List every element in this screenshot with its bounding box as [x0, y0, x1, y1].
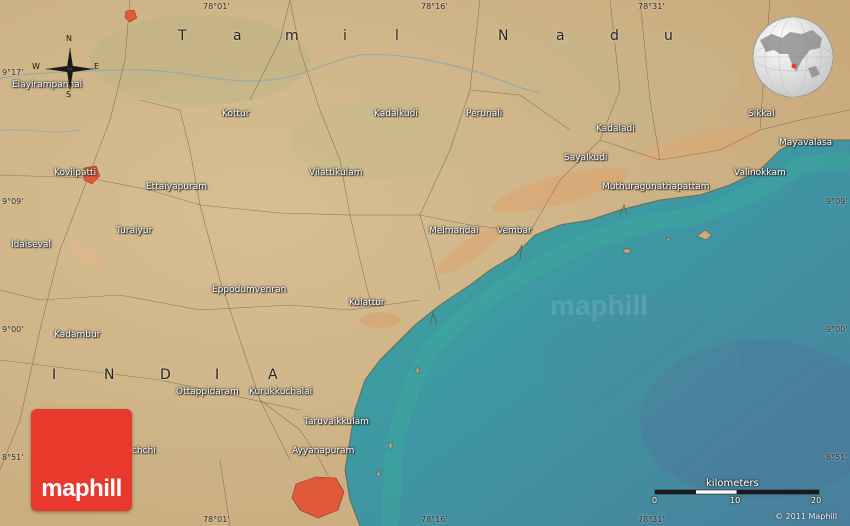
place-label[interactable]: Valinokkam — [734, 168, 786, 179]
globe-locator — [750, 14, 836, 100]
place-label[interactable]: Kadalkudi — [374, 109, 418, 120]
copyright-notice: © 2011 Maphill — [775, 512, 838, 521]
longitude-label: 78°16' — [421, 2, 448, 11]
region-letter: d — [610, 28, 619, 44]
maphill-logo[interactable]: maphill — [31, 409, 132, 511]
compass-rose: N S W E — [32, 34, 102, 100]
compass-n: N — [66, 34, 72, 43]
region-letter: u — [664, 28, 673, 44]
region-letter: I — [52, 367, 57, 383]
longitude-label: 78°01' — [203, 515, 230, 524]
compass-w: W — [32, 62, 40, 71]
scale-tick: 10 — [730, 496, 741, 505]
region-letter: i — [343, 28, 347, 44]
latitude-label: 8°51' — [826, 453, 848, 462]
compass-s: S — [66, 90, 72, 99]
place-label[interactable]: Vilattikulam — [309, 168, 362, 179]
region-letter: a — [556, 28, 565, 44]
place-label[interactable]: Sikkal — [748, 109, 775, 120]
satellite-map[interactable]: T a m i l N a d u I N D I A Elayirampann… — [0, 0, 850, 526]
place-label[interactable]: Kovilpatti — [54, 168, 96, 179]
region-letter: D — [160, 367, 171, 383]
region-letter: A — [268, 367, 278, 383]
place-label[interactable]: Vembar — [497, 226, 532, 237]
place-label[interactable]: Idaiseval — [11, 240, 51, 251]
place-label[interactable]: Turaiyur — [116, 226, 152, 237]
region-letter: a — [233, 28, 242, 44]
region-letter: N — [498, 28, 509, 44]
place-label[interactable]: Ayyanapuram — [292, 446, 354, 457]
longitude-label: 78°31' — [638, 515, 665, 524]
place-label[interactable]: Ettaiyapuram — [146, 182, 207, 193]
region-letter: I — [215, 367, 220, 383]
place-label[interactable]: Kurukkuchalai — [249, 387, 312, 398]
longitude-label: 78°31' — [638, 2, 665, 11]
latitude-label: 9°00' — [826, 325, 848, 334]
region-letter: N — [104, 367, 115, 383]
longitude-label: 78°16' — [421, 515, 448, 524]
latitude-label: 9°17' — [2, 68, 24, 77]
latitude-label: 8°51' — [2, 453, 24, 462]
region-letter: T — [178, 28, 187, 44]
place-label[interactable]: Sayalkudi — [564, 153, 607, 164]
place-label[interactable]: Eppodumvenran — [212, 285, 286, 296]
place-label[interactable]: Mayavalasa — [779, 138, 832, 149]
place-label[interactable]: Taruvaikkulam — [304, 417, 369, 428]
scale-tick: 20 — [811, 496, 822, 505]
latitude-label: 9°09' — [826, 197, 848, 206]
place-label[interactable]: chchi — [132, 446, 156, 457]
place-label[interactable]: Muthuragunathapattam — [602, 182, 710, 193]
region-letter: m — [285, 28, 299, 44]
scale-bar: kilometers 0 10 20 — [650, 478, 825, 508]
place-label[interactable]: Kulattur — [349, 298, 385, 309]
place-label[interactable]: Kadaladi — [596, 124, 635, 135]
latitude-label: 9°00' — [2, 325, 24, 334]
place-label[interactable]: Perunali — [466, 109, 502, 120]
place-label[interactable]: Melmandai — [429, 226, 479, 237]
place-label[interactable]: Ottappidaram — [176, 387, 239, 398]
place-label[interactable]: Kottur — [222, 109, 249, 120]
region-letter: l — [395, 28, 399, 44]
latitude-label: 9°09' — [2, 197, 24, 206]
logo-text: maphill — [41, 475, 122, 502]
place-label[interactable]: Kadambur — [54, 330, 100, 341]
longitude-label: 78°01' — [203, 2, 230, 11]
compass-e: E — [94, 62, 100, 71]
scale-tick: 0 — [652, 496, 658, 505]
globe-icon — [752, 16, 834, 98]
watermark: maphill — [550, 290, 649, 321]
